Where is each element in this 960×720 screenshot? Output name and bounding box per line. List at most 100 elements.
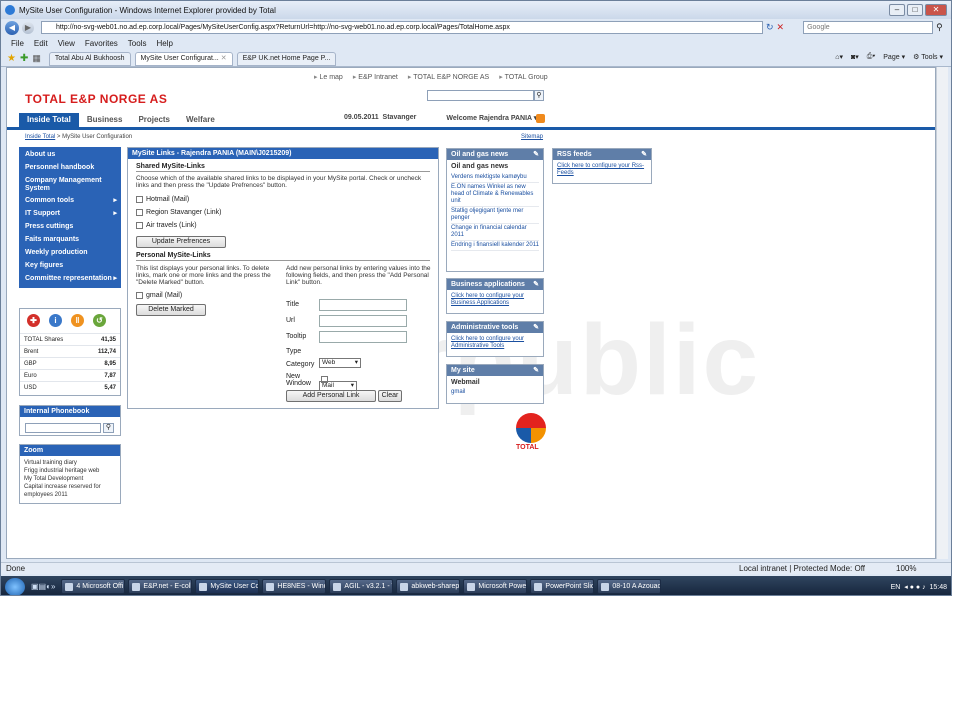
leftnav-weekly-production[interactable]: Weekly production xyxy=(19,247,121,260)
welcome-user[interactable]: Welcome Rajendra PANIA ▾ xyxy=(446,114,537,122)
menu-favorites[interactable]: Favorites xyxy=(85,39,118,48)
pause-icon[interactable]: ‖ xyxy=(71,314,84,327)
taskbar-item[interactable]: PowerPoint Slide ... xyxy=(530,579,595,594)
checkbox[interactable] xyxy=(136,209,143,216)
first-aid-icon[interactable]: ✚ xyxy=(27,314,40,327)
type-select[interactable]: Web xyxy=(319,358,361,368)
tab-projects[interactable]: Projects xyxy=(130,113,178,127)
news-item[interactable]: Statlig oljegigant tjente mer penger xyxy=(451,207,539,224)
gmail-link[interactable]: gmail xyxy=(451,389,465,395)
close-button[interactable]: ✕ xyxy=(925,4,947,16)
maximize-button[interactable]: □ xyxy=(907,4,923,16)
tab-total-abu[interactable]: Total Abu Al Bukhoosh xyxy=(48,51,131,66)
feeds-icon[interactable]: ◙▾ xyxy=(851,53,859,61)
taskbar-item[interactable]: 08-10 A Azouaou ... xyxy=(597,579,662,594)
tab-business[interactable]: Business xyxy=(79,113,131,127)
tab-welfare[interactable]: Welfare xyxy=(178,113,223,127)
zoom-item[interactable]: Virtual training diary xyxy=(24,459,116,467)
menu-edit[interactable]: Edit xyxy=(34,39,48,48)
taskbar-item[interactable]: HE8NES - Windo... xyxy=(262,579,327,594)
tools-menu[interactable]: ⚙ Tools ▾ xyxy=(913,53,943,61)
breadcrumb-inside-total[interactable]: Inside Total xyxy=(25,134,55,140)
start-button[interactable] xyxy=(5,577,25,595)
top-link-ep-intranet[interactable]: E&P Intranet xyxy=(353,73,398,81)
leftnav-committee[interactable]: Committee representation xyxy=(19,273,121,286)
shared-link-hotmail[interactable]: Hotmail (Mail) xyxy=(136,193,430,206)
top-link-total-group[interactable]: TOTAL Group xyxy=(499,73,548,81)
leftnav-about-us[interactable]: About us xyxy=(19,149,121,162)
quick-launch-icons[interactable]: ▣▤◐» xyxy=(31,582,55,591)
news-item[interactable]: Change in financial calendar 2011 xyxy=(451,224,539,241)
news-item[interactable]: Verdens mektigste kamøybu xyxy=(451,173,539,183)
leftnav-it-support[interactable]: IT Support xyxy=(19,208,121,221)
checkbox[interactable] xyxy=(136,222,143,229)
site-search-icon[interactable]: ⚲ xyxy=(534,90,544,101)
leftnav-common-tools[interactable]: Common tools xyxy=(19,195,121,208)
new-window-checkbox[interactable] xyxy=(321,376,328,383)
site-logo[interactable]: TOTAL E&P NORGE AS xyxy=(25,92,167,106)
taskbar-item[interactable]: AGIL - v3.2.1 - Wi... xyxy=(329,579,394,594)
search-icon[interactable]: ⚲ xyxy=(936,22,943,33)
info-icon[interactable]: i xyxy=(49,314,62,327)
menu-help[interactable]: Help xyxy=(156,39,172,48)
zoom-item[interactable]: Frigg industrial heritage web xyxy=(24,467,116,475)
rss-icon[interactable] xyxy=(536,114,545,123)
close-tab-icon[interactable]: ✕ xyxy=(221,55,227,62)
language-indicator[interactable]: EN xyxy=(891,584,901,591)
favorites-star-icon[interactable]: ★ xyxy=(7,53,16,64)
forward-button[interactable]: ▶ xyxy=(22,21,34,34)
rss-feeds-link[interactable]: Click here to configure your Rss-Feeds xyxy=(557,163,644,176)
clock[interactable]: 15:48 xyxy=(929,584,947,591)
leftnav-faits-marquants[interactable]: Faits marquants xyxy=(19,234,121,247)
back-arrow-icon[interactable]: ↺ xyxy=(93,314,106,327)
print-icon[interactable]: ⎙▾ xyxy=(867,53,876,61)
back-button[interactable]: ◀ xyxy=(5,20,19,35)
taskbar-item[interactable]: Microsoft PowerP... xyxy=(463,579,528,594)
add-personal-link-button[interactable]: Add Personal Link xyxy=(286,390,376,402)
search-input[interactable]: Google xyxy=(803,21,934,34)
title-input[interactable] xyxy=(319,299,407,311)
top-link-total-ep-norge[interactable]: TOTAL E&P NORGE AS xyxy=(408,73,489,81)
tab-mysite-config[interactable]: MySite User Configurat... ✕ xyxy=(134,51,233,66)
clear-button[interactable]: Clear xyxy=(378,390,402,402)
zoom-level[interactable]: 100% xyxy=(896,563,916,575)
stop-icon[interactable]: ✕ xyxy=(777,22,785,33)
leftnav-press-cuttings[interactable]: Press cuttings xyxy=(19,221,121,234)
menu-file[interactable]: File xyxy=(11,39,24,48)
quick-tabs-icon[interactable]: ▦ xyxy=(32,53,41,64)
vertical-scrollbar[interactable] xyxy=(936,67,948,559)
checkbox[interactable] xyxy=(136,292,143,299)
leftnav-key-figures[interactable]: Key figures xyxy=(19,260,121,273)
business-apps-link[interactable]: Click here to configure your Business Ap… xyxy=(451,293,524,306)
shared-link-air[interactable]: Air travels (Link) xyxy=(136,219,430,232)
refresh-icon[interactable]: ↻ xyxy=(766,22,774,33)
shared-link-region[interactable]: Region Stavanger (Link) xyxy=(136,206,430,219)
news-item[interactable]: E.ON names Winkel as new head of Climate… xyxy=(451,183,539,207)
menu-view[interactable]: View xyxy=(58,39,75,48)
top-link-le-map[interactable]: Le map xyxy=(314,73,342,81)
checkbox[interactable] xyxy=(136,196,143,203)
home-icon[interactable]: ⌂▾ xyxy=(835,53,843,61)
tab-ep-uk[interactable]: E&P UK.net Home Page P... xyxy=(236,51,337,66)
leftnav-personnel-handbook[interactable]: Personnel handbook xyxy=(19,162,121,175)
tab-inside-total[interactable]: Inside Total xyxy=(19,113,79,127)
zoom-item[interactable]: Capital increase reserved for employees … xyxy=(24,483,116,499)
minimize-button[interactable]: – xyxy=(889,4,905,16)
phonebook-input[interactable] xyxy=(25,423,101,433)
phonebook-search-icon[interactable]: ⚲ xyxy=(103,423,114,433)
zoom-item[interactable]: My Total Development xyxy=(24,475,116,483)
taskbar-item[interactable]: MySite User Confi... xyxy=(195,579,260,594)
leftnav-company-management[interactable]: Company Management System xyxy=(19,175,121,195)
menu-tools[interactable]: Tools xyxy=(128,39,147,48)
taskbar-item[interactable]: E&P.net - E-colla... xyxy=(128,579,193,594)
add-favorites-icon[interactable]: ✚ xyxy=(20,53,28,64)
admin-tools-link[interactable]: Click here to configure your Administrat… xyxy=(451,336,524,349)
news-item[interactable]: Endring i finansiell kalender 2011 xyxy=(451,241,539,251)
site-search-input[interactable] xyxy=(427,90,534,101)
page-menu[interactable]: Page ▾ xyxy=(883,53,905,61)
tooltip-input[interactable] xyxy=(319,331,407,343)
personal-link-gmail[interactable]: gmail (Mail) xyxy=(136,289,281,302)
url-input[interactable] xyxy=(319,315,407,327)
delete-marked-button[interactable]: Delete Marked xyxy=(136,304,206,316)
taskbar-item[interactable]: 4 Microsoft Offi... xyxy=(61,579,126,594)
